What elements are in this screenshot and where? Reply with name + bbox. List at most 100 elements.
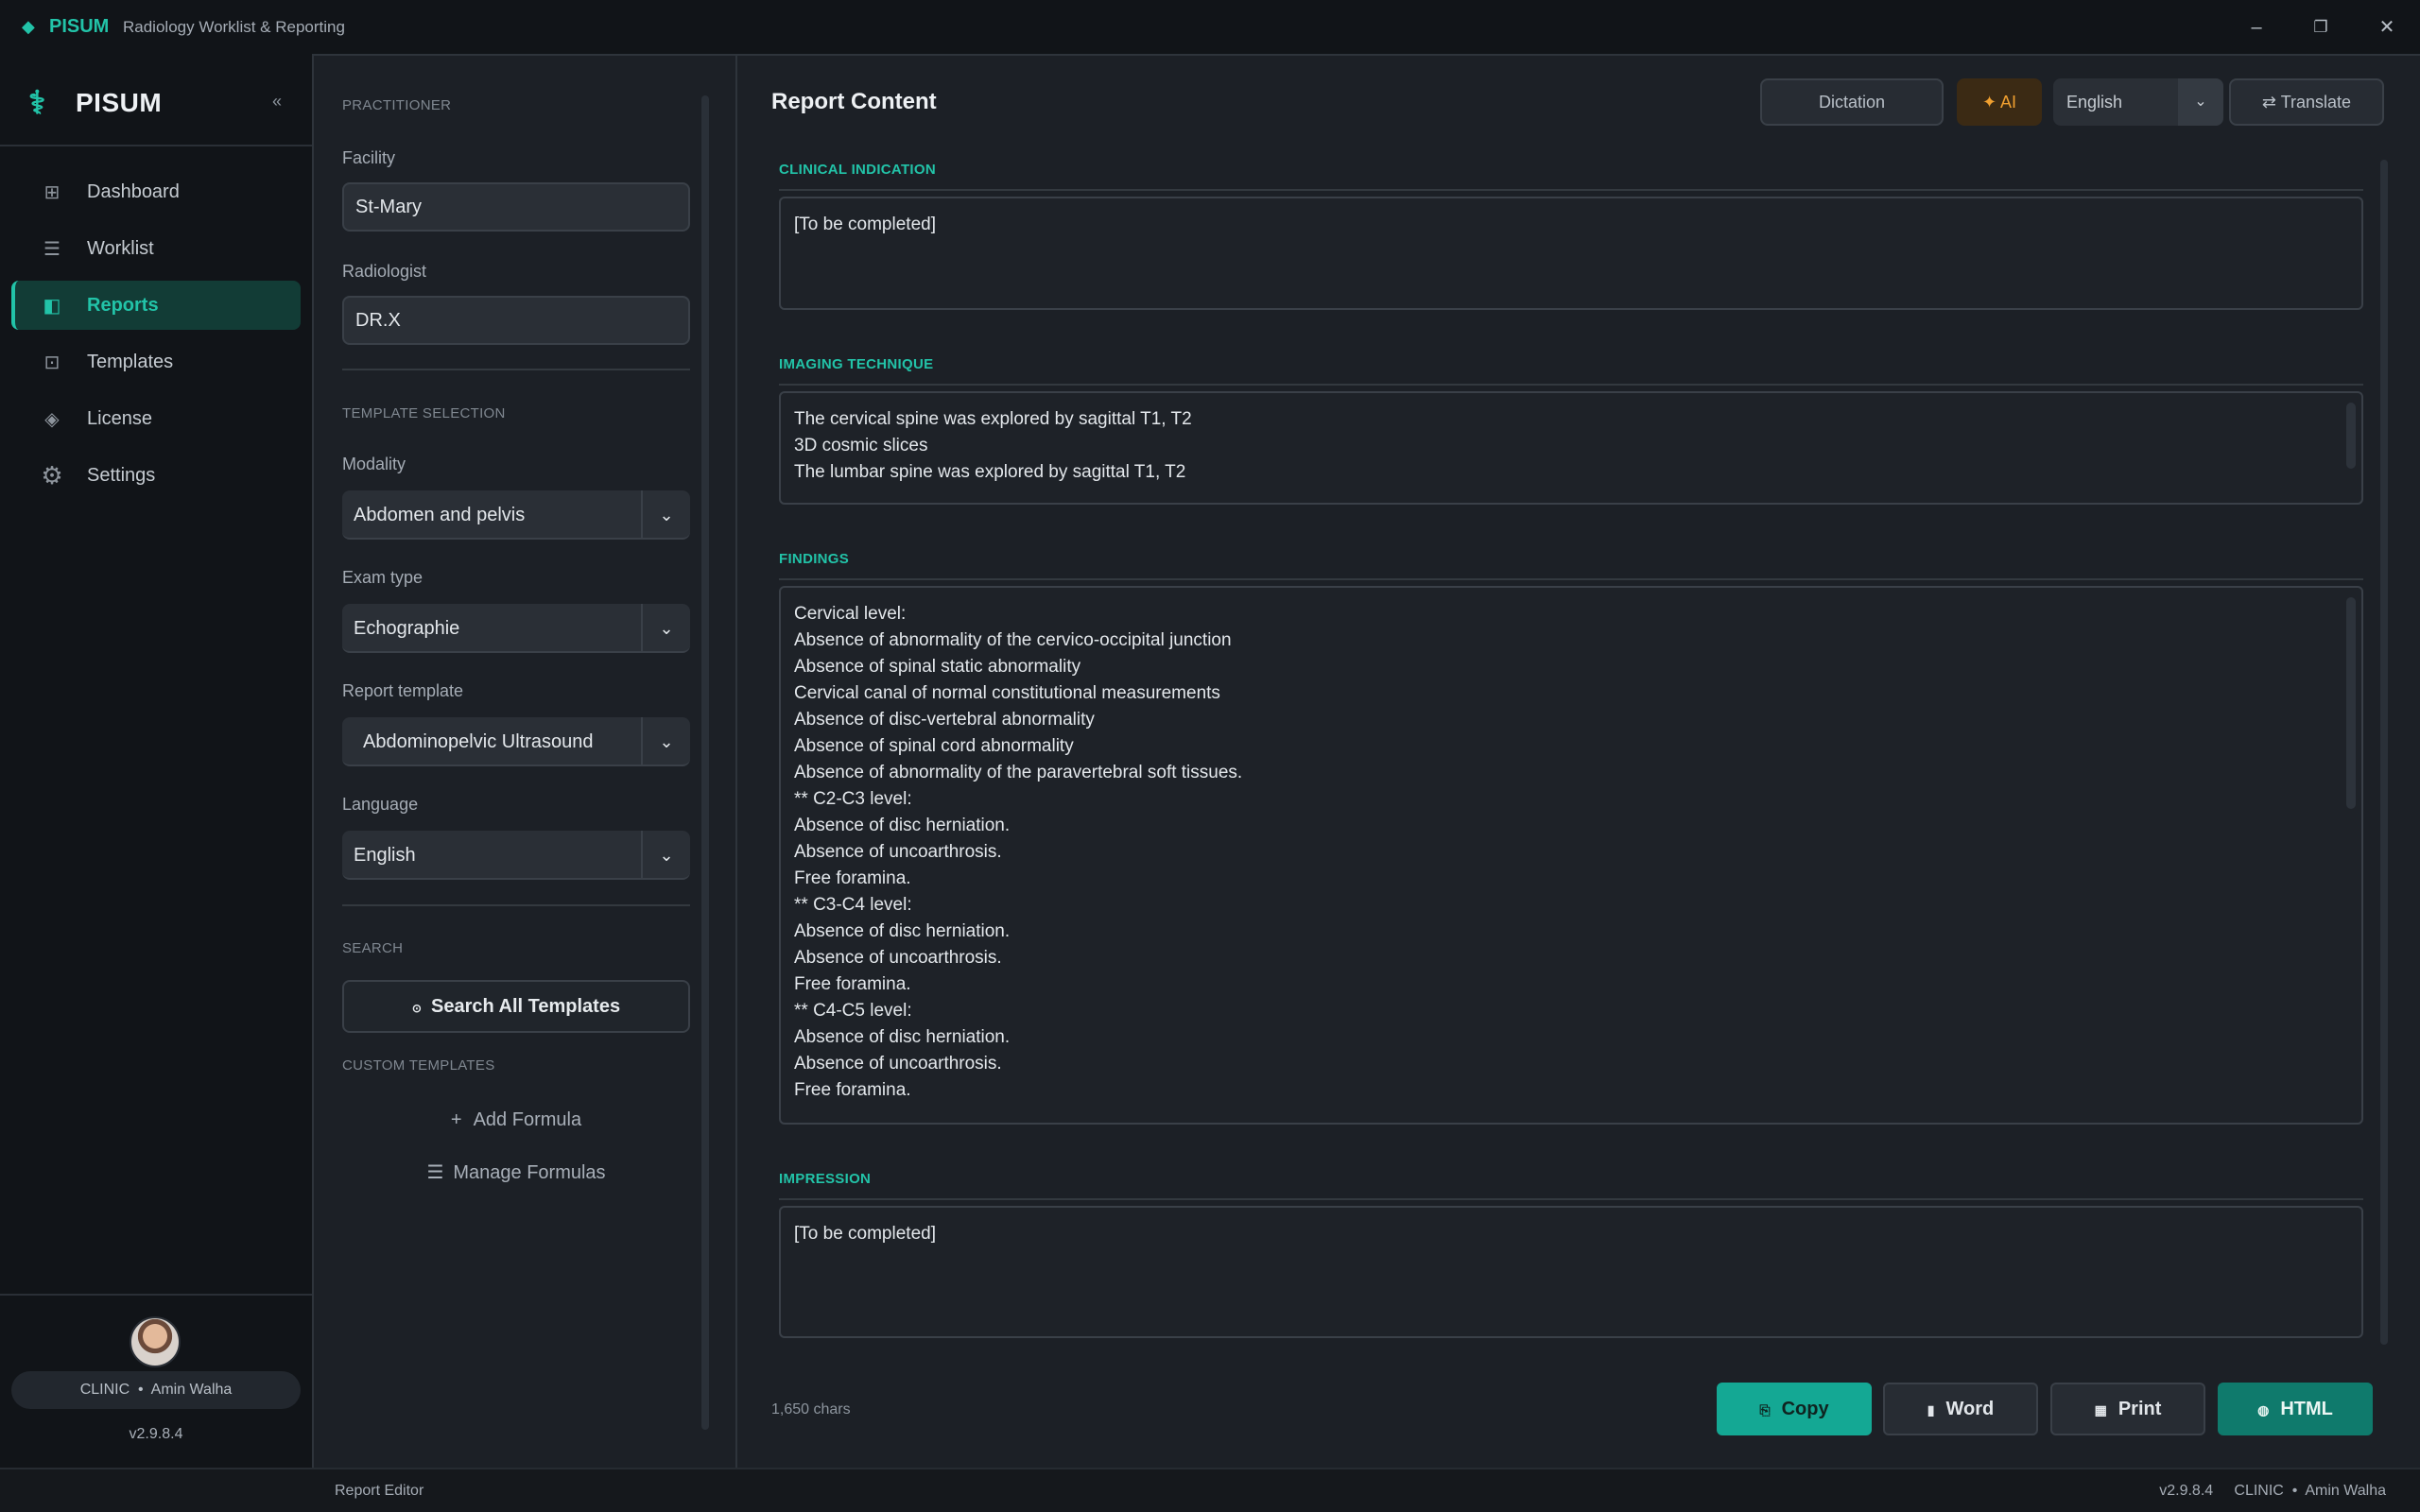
dictation-button[interactable]: Dictation [1760,78,1944,126]
text-line: Cervical level: [794,604,907,624]
chevron-down-icon[interactable]: ⌄ [641,490,690,540]
radiologist-input[interactable]: DR.X [342,296,690,345]
modality-select[interactable]: Abdomen and pelvis ⌄ [342,490,690,540]
status-bar: Report Editor v2.9.8.4 CLINIC • Amin Wal… [0,1468,2420,1512]
text-line: Free foramina. [794,1080,911,1100]
sidebar-item-label: License [87,407,152,429]
report-template-value: Abdominopelvic Ultrasound [363,731,594,752]
copy-button[interactable]: ⎘ Copy [1717,1383,1872,1435]
avatar[interactable] [130,1316,181,1367]
textarea-scrollbar[interactable] [2346,597,2356,809]
report-config-panel: PRACTITIONER Facility St-Mary Radiologis… [312,54,737,1468]
close-button[interactable]: ✕ [2373,13,2401,42]
report-template-label: Report template [342,681,464,700]
sidebar-item-label: Dashboard [87,180,180,202]
version-label: v2.9.8.4 [129,1426,183,1442]
print-button[interactable]: ▦ Print [2050,1383,2205,1435]
sparkle-icon: ✦ [1981,93,1997,112]
section-heading: FINDINGS [779,551,850,567]
section-title-search: SEARCH [342,940,404,956]
sidebar: ⚕ PISUM « ⊞ Dashboard ☰ Worklist ◧ Repor… [0,54,312,1468]
html-export-button[interactable]: ◍ HTML [2218,1383,2373,1435]
collapse-sidebar-button[interactable]: « [272,92,282,112]
section-heading: CLINICAL INDICATION [779,162,936,178]
ai-button-label: AI [2000,93,2017,112]
copy-label: Copy [1781,1399,1829,1419]
sidebar-item-dashboard[interactable]: ⊞ Dashboard [11,167,301,216]
report-icon: ◧ [43,295,61,317]
findings-textarea[interactable]: Cervical level: Absence of abnormality o… [779,586,2363,1125]
sidebar-item-label: Settings [87,464,156,486]
exam-type-label: Exam type [342,568,424,587]
translate-button-label: Translate [2280,93,2352,112]
text-line: Absence of spinal cord abnormality [794,736,1074,756]
divider [779,1198,2363,1200]
report-template-select[interactable]: Abdominopelvic Ultrasound ⌄ [342,717,690,766]
section-title-practitioner: PRACTITIONER [342,97,452,113]
sidebar-item-reports[interactable]: ◧ Reports [11,281,301,330]
print-icon: ▦ [2094,1402,2107,1418]
char-count: 1,650 chars [771,1401,851,1418]
text-line: Free foramina. [794,868,911,888]
report-language-select[interactable]: English ⌄ [2053,78,2223,126]
ai-button[interactable]: ✦ AI [1957,78,2042,126]
sidebar-item-license[interactable]: ◈ License [11,394,301,443]
page-title: Report Content [771,89,937,114]
add-formula-button[interactable]: + Add Formula [342,1101,690,1139]
chevron-down-icon[interactable]: ⌄ [641,604,690,653]
chevron-down-icon[interactable]: ⌄ [641,717,690,766]
text-line: ** C4-C5 level: [794,1001,912,1021]
text-line: The lumbar spine was explored by sagitta… [794,462,1186,482]
panel-scrollbar[interactable] [701,95,709,1430]
text-line: [To be completed] [794,215,936,234]
user-badge[interactable]: CLINIC • Amin Walha [11,1371,301,1409]
license-icon: ◈ [44,408,60,430]
section-clinical-indication: CLINICAL INDICATION [To be completed] [779,162,2363,310]
print-label: Print [2118,1399,2162,1419]
divider [342,369,690,370]
text-line: [To be completed] [794,1224,936,1244]
add-formula-label: Add Formula [473,1109,582,1130]
clinical-indication-textarea[interactable]: [To be completed] [779,197,2363,310]
maximize-button[interactable]: ❐ [2307,13,2335,42]
sidebar-item-worklist[interactable]: ☰ Worklist [11,224,301,273]
menu-icon: ☰ [426,1162,444,1183]
text-line: Cervical canal of normal constitutional … [794,683,1220,703]
word-export-button[interactable]: ▮ Word [1883,1383,2038,1435]
copy-icon: ⎘ [1759,1402,1771,1418]
text-line: Absence of disc herniation. [794,816,1011,835]
textarea-scrollbar[interactable] [2346,403,2356,469]
search-all-templates-button[interactable]: ⊙ Search All Templates [342,980,690,1033]
divider [0,1294,312,1296]
exam-type-select[interactable]: Echographie ⌄ [342,604,690,653]
text-line: ** C3-C4 level: [794,895,912,915]
sidebar-item-templates[interactable]: ⊡ Templates [11,337,301,387]
section-heading: IMAGING TECHNIQUE [779,356,934,372]
language-label: Language [342,795,419,814]
chevron-down-icon[interactable]: ⌄ [2178,78,2223,126]
text-line: Absence of abnormality of the paraverteb… [794,763,1243,782]
text-line: Absence of spinal static abnormality [794,657,1081,677]
report-content-panel: Report Content Dictation ✦ AI English ⌄ … [737,54,2420,1468]
language-select[interactable]: English ⌄ [342,831,690,880]
plus-icon: + [450,1109,462,1130]
modality-value: Abdomen and pelvis [354,505,526,525]
section-impression: IMPRESSION [To be completed] [779,1171,2363,1338]
translate-button[interactable]: ⇄ Translate [2229,78,2384,126]
manage-formulas-button[interactable]: ☰ Manage Formulas [342,1154,690,1192]
section-imaging-technique: IMAGING TECHNIQUE The cervical spine was… [779,356,2363,505]
search-button-label: Search All Templates [430,996,621,1017]
facility-input[interactable]: St-Mary [342,182,690,232]
chevron-down-icon[interactable]: ⌄ [641,831,690,880]
text-line: Absence of uncoarthrosis. [794,842,1002,862]
section-title-template-selection: TEMPLATE SELECTION [342,405,506,421]
text-line: 3D cosmic slices [794,436,928,455]
content-scrollbar[interactable] [2380,160,2388,1345]
imaging-technique-textarea[interactable]: The cervical spine was explored by sagit… [779,391,2363,505]
text-line: Absence of disc-vertebral abnormality [794,710,1095,730]
sidebar-item-settings[interactable]: ⚙ Settings [11,451,301,500]
globe-icon: ◍ [2257,1402,2270,1418]
status-left: Report Editor [335,1483,424,1499]
impression-textarea[interactable]: [To be completed] [779,1206,2363,1338]
minimize-button[interactable]: – [2242,13,2271,42]
